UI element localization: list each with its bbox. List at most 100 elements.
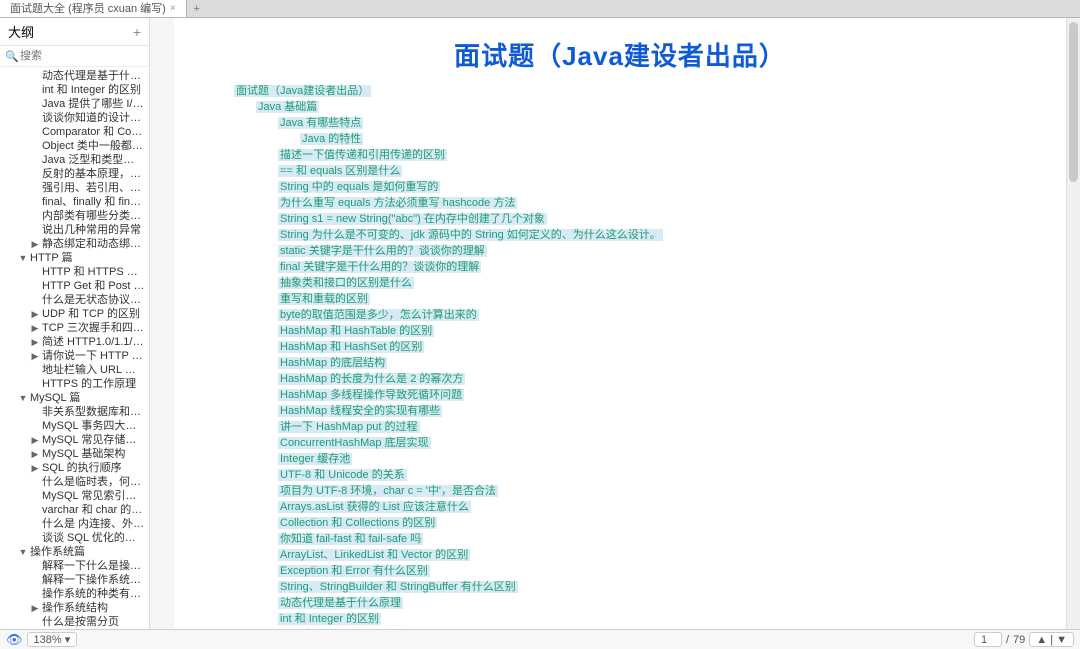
outline-item[interactable]: 什么是临时表，何时删…	[0, 475, 149, 489]
toc-entry-label: 动态代理是基于什么原理	[278, 597, 403, 609]
outline-item[interactable]: final、finally 和 finalize(…	[0, 195, 149, 209]
outline-item[interactable]: 解释一下什么是操作系统	[0, 559, 149, 573]
outline-item[interactable]: Object 类中一般都有哪…	[0, 139, 149, 153]
toc-entry[interactable]: UTF-8 和 Unicode 的关系	[278, 467, 1006, 483]
outline-item[interactable]: Comparator 和 Compar…	[0, 125, 149, 139]
outline-item[interactable]: int 和 Integer 的区别	[0, 83, 149, 97]
toc-entry[interactable]: static 关键字是干什么用的？谈谈你的理解	[278, 243, 1006, 259]
zoom-selector[interactable]: 138% ▾	[27, 632, 78, 647]
outline-item[interactable]: Java 提供了哪些 I/O 方式	[0, 97, 149, 111]
outline-item[interactable]: ▶UDP 和 TCP 的区别	[0, 307, 149, 321]
document-tab[interactable]: 面试题大全 (程序员 cxuan 编写) ×	[0, 0, 187, 17]
outline-item[interactable]: 操作系统的种类有哪些	[0, 587, 149, 601]
outline-item[interactable]: Java 泛型和类型擦除	[0, 153, 149, 167]
outline-item[interactable]: ▼MySQL 篇	[0, 391, 149, 405]
toc-entry[interactable]: HashMap 和 HashTable 的区别	[278, 323, 1006, 339]
outline-item[interactable]: 非关系型数据库和关系…	[0, 405, 149, 419]
outline-item[interactable]: HTTP Get 和 Post 区别	[0, 279, 149, 293]
outline-item[interactable]: HTTPS 的工作原理	[0, 377, 149, 391]
toc-entry[interactable]: HashMap 的长度为什么是 2 的幂次方	[278, 371, 1006, 387]
toc-entry[interactable]: Java 提供了哪些 I/O 方式	[278, 627, 1006, 629]
outline-item[interactable]: ▼操作系统篇	[0, 545, 149, 559]
disclosure-closed-icon[interactable]: ▶	[30, 601, 40, 615]
toc-entry[interactable]: 抽象类和接口的区别是什么	[278, 275, 1006, 291]
toc-entry[interactable]: == 和 equals 区别是什么	[278, 163, 1006, 179]
toc-entry[interactable]: HashMap 的底层结构	[278, 355, 1006, 371]
outline-item[interactable]: 谈谈你知道的设计模式	[0, 111, 149, 125]
toc-entry[interactable]: 项目为 UTF-8 环境，char c = '中'，是否合法	[278, 483, 1006, 499]
outline-item[interactable]: 什么是 内连接、外连接…	[0, 517, 149, 531]
outline-item[interactable]: ▶操作系统结构	[0, 601, 149, 615]
outline-item[interactable]: MySQL 事务四大特性	[0, 419, 149, 433]
disclosure-closed-icon[interactable]: ▶	[30, 335, 40, 349]
outline-item[interactable]: ▶MySQL 基础架构	[0, 447, 149, 461]
toc-entry[interactable]: String 为什么是不可变的、jdk 源码中的 String 如何定义的、为什…	[278, 227, 1006, 243]
disclosure-open-icon[interactable]: ▼	[18, 545, 28, 559]
outline-item[interactable]: ▼HTTP 篇	[0, 251, 149, 265]
outline-item[interactable]: 动态代理是基于什么原理	[0, 69, 149, 83]
view-mode-icon[interactable]: 👁	[6, 632, 23, 648]
outline-item[interactable]: 什么是按需分页	[0, 615, 149, 629]
outline-item[interactable]: varchar 和 char 的区别…	[0, 503, 149, 517]
toc-entry[interactable]: Collection 和 Collections 的区别	[278, 515, 1006, 531]
outline-add-button[interactable]: +	[133, 24, 141, 40]
outline-item[interactable]: 谈谈 SQL 优化的经验	[0, 531, 149, 545]
disclosure-closed-icon[interactable]: ▶	[30, 433, 40, 447]
toc-entry[interactable]: 你知道 fail-fast 和 fail-safe 吗	[278, 531, 1006, 547]
outline-item[interactable]: 说出几种常用的异常	[0, 223, 149, 237]
toc-entry[interactable]: Exception 和 Error 有什么区别	[278, 563, 1006, 579]
toc-entry[interactable]: HashMap 多线程操作导致死循环问题	[278, 387, 1006, 403]
toc-entry[interactable]: String 中的 equals 是如何重写的	[278, 179, 1006, 195]
toc-entry[interactable]: ArrayList、LinkedList 和 Vector 的区别	[278, 547, 1006, 563]
page-current-input[interactable]: 1	[974, 632, 1002, 647]
outline-item[interactable]: 地址栏输入 URL 发生了…	[0, 363, 149, 377]
toc-entry[interactable]: String s1 = new String("abc") 在内存中创建了几个对…	[278, 211, 1006, 227]
outline-item[interactable]: ▶静态绑定和动态绑定的区别	[0, 237, 149, 251]
disclosure-closed-icon[interactable]: ▶	[30, 461, 40, 475]
toc-entry[interactable]: final 关键字是干什么用的？谈谈你的理解	[278, 259, 1006, 275]
outline-item[interactable]: ▶TCP 三次握手和四次挥手	[0, 321, 149, 335]
toc-entry[interactable]: 动态代理是基于什么原理	[278, 595, 1006, 611]
toc-entry[interactable]: Java 有哪些特点	[278, 115, 1006, 131]
toc-entry[interactable]: 讲一下 HashMap put 的过程	[278, 419, 1006, 435]
toc-entry[interactable]: ConcurrentHashMap 底层实现	[278, 435, 1006, 451]
outline-item[interactable]: ▶请你说一下 HTTP 常见…	[0, 349, 149, 363]
disclosure-closed-icon[interactable]: ▶	[30, 237, 40, 251]
close-icon[interactable]: ×	[170, 0, 176, 18]
outline-item[interactable]: 内部类有哪些分类，分…	[0, 209, 149, 223]
toc-entry[interactable]: HashMap 线程安全的实现有哪些	[278, 403, 1006, 419]
toc-entry[interactable]: Java 的特性	[300, 131, 1006, 147]
outline-item[interactable]: 什么是无状态协议，HT…	[0, 293, 149, 307]
new-tab-button[interactable]: +	[187, 0, 207, 17]
outline-item-label: 什么是按需分页	[42, 615, 119, 629]
toc-entry[interactable]: String、StringBuilder 和 StringBuffer 有什么区…	[278, 579, 1006, 595]
outline-item[interactable]: MySQL 常见索引类型	[0, 489, 149, 503]
outline-item[interactable]: ▶SQL 的执行顺序	[0, 461, 149, 475]
outline-search-input[interactable]	[0, 46, 149, 66]
outline-item[interactable]: HTTP 和 HTTPS 的区别	[0, 265, 149, 279]
toc-entry[interactable]: 描述一下值传递和引用传递的区别	[278, 147, 1006, 163]
disclosure-open-icon[interactable]: ▼	[18, 391, 28, 405]
outline-item[interactable]: 强引用、若引用、虚引…	[0, 181, 149, 195]
outline-item[interactable]: 解释一下操作系统的主…	[0, 573, 149, 587]
outline-item[interactable]: ▶MySQL 常见存储引擎的…	[0, 433, 149, 447]
vertical-scrollbar[interactable]	[1066, 18, 1080, 629]
scrollbar-thumb[interactable]	[1069, 22, 1078, 182]
disclosure-closed-icon[interactable]: ▶	[30, 447, 40, 461]
toc-entry[interactable]: HashMap 和 HashSet 的区别	[278, 339, 1006, 355]
disclosure-closed-icon[interactable]: ▶	[30, 349, 40, 363]
toc-entry[interactable]: 为什么重写 equals 方法必须重写 hashcode 方法	[278, 195, 1006, 211]
toc-entry[interactable]: 面试题（Java建设者出品）	[234, 83, 1006, 99]
toc-entry[interactable]: 重写和重载的区别	[278, 291, 1006, 307]
disclosure-closed-icon[interactable]: ▶	[30, 321, 40, 335]
outline-item[interactable]: ▶简述 HTTP1.0/1.1/2.0 的…	[0, 335, 149, 349]
disclosure-closed-icon[interactable]: ▶	[30, 307, 40, 321]
page-step-buttons[interactable]: ▲ | ▼	[1029, 632, 1074, 647]
toc-entry[interactable]: int 和 Integer 的区别	[278, 611, 1006, 627]
disclosure-open-icon[interactable]: ▼	[18, 251, 28, 265]
toc-entry[interactable]: Java 基础篇	[256, 99, 1006, 115]
toc-entry[interactable]: Arrays.asList 获得的 List 应该注意什么	[278, 499, 1006, 515]
outline-item[interactable]: 反射的基本原理，反射…	[0, 167, 149, 181]
toc-entry[interactable]: byte的取值范围是多少，怎么计算出来的	[278, 307, 1006, 323]
toc-entry[interactable]: Integer 缓存池	[278, 451, 1006, 467]
